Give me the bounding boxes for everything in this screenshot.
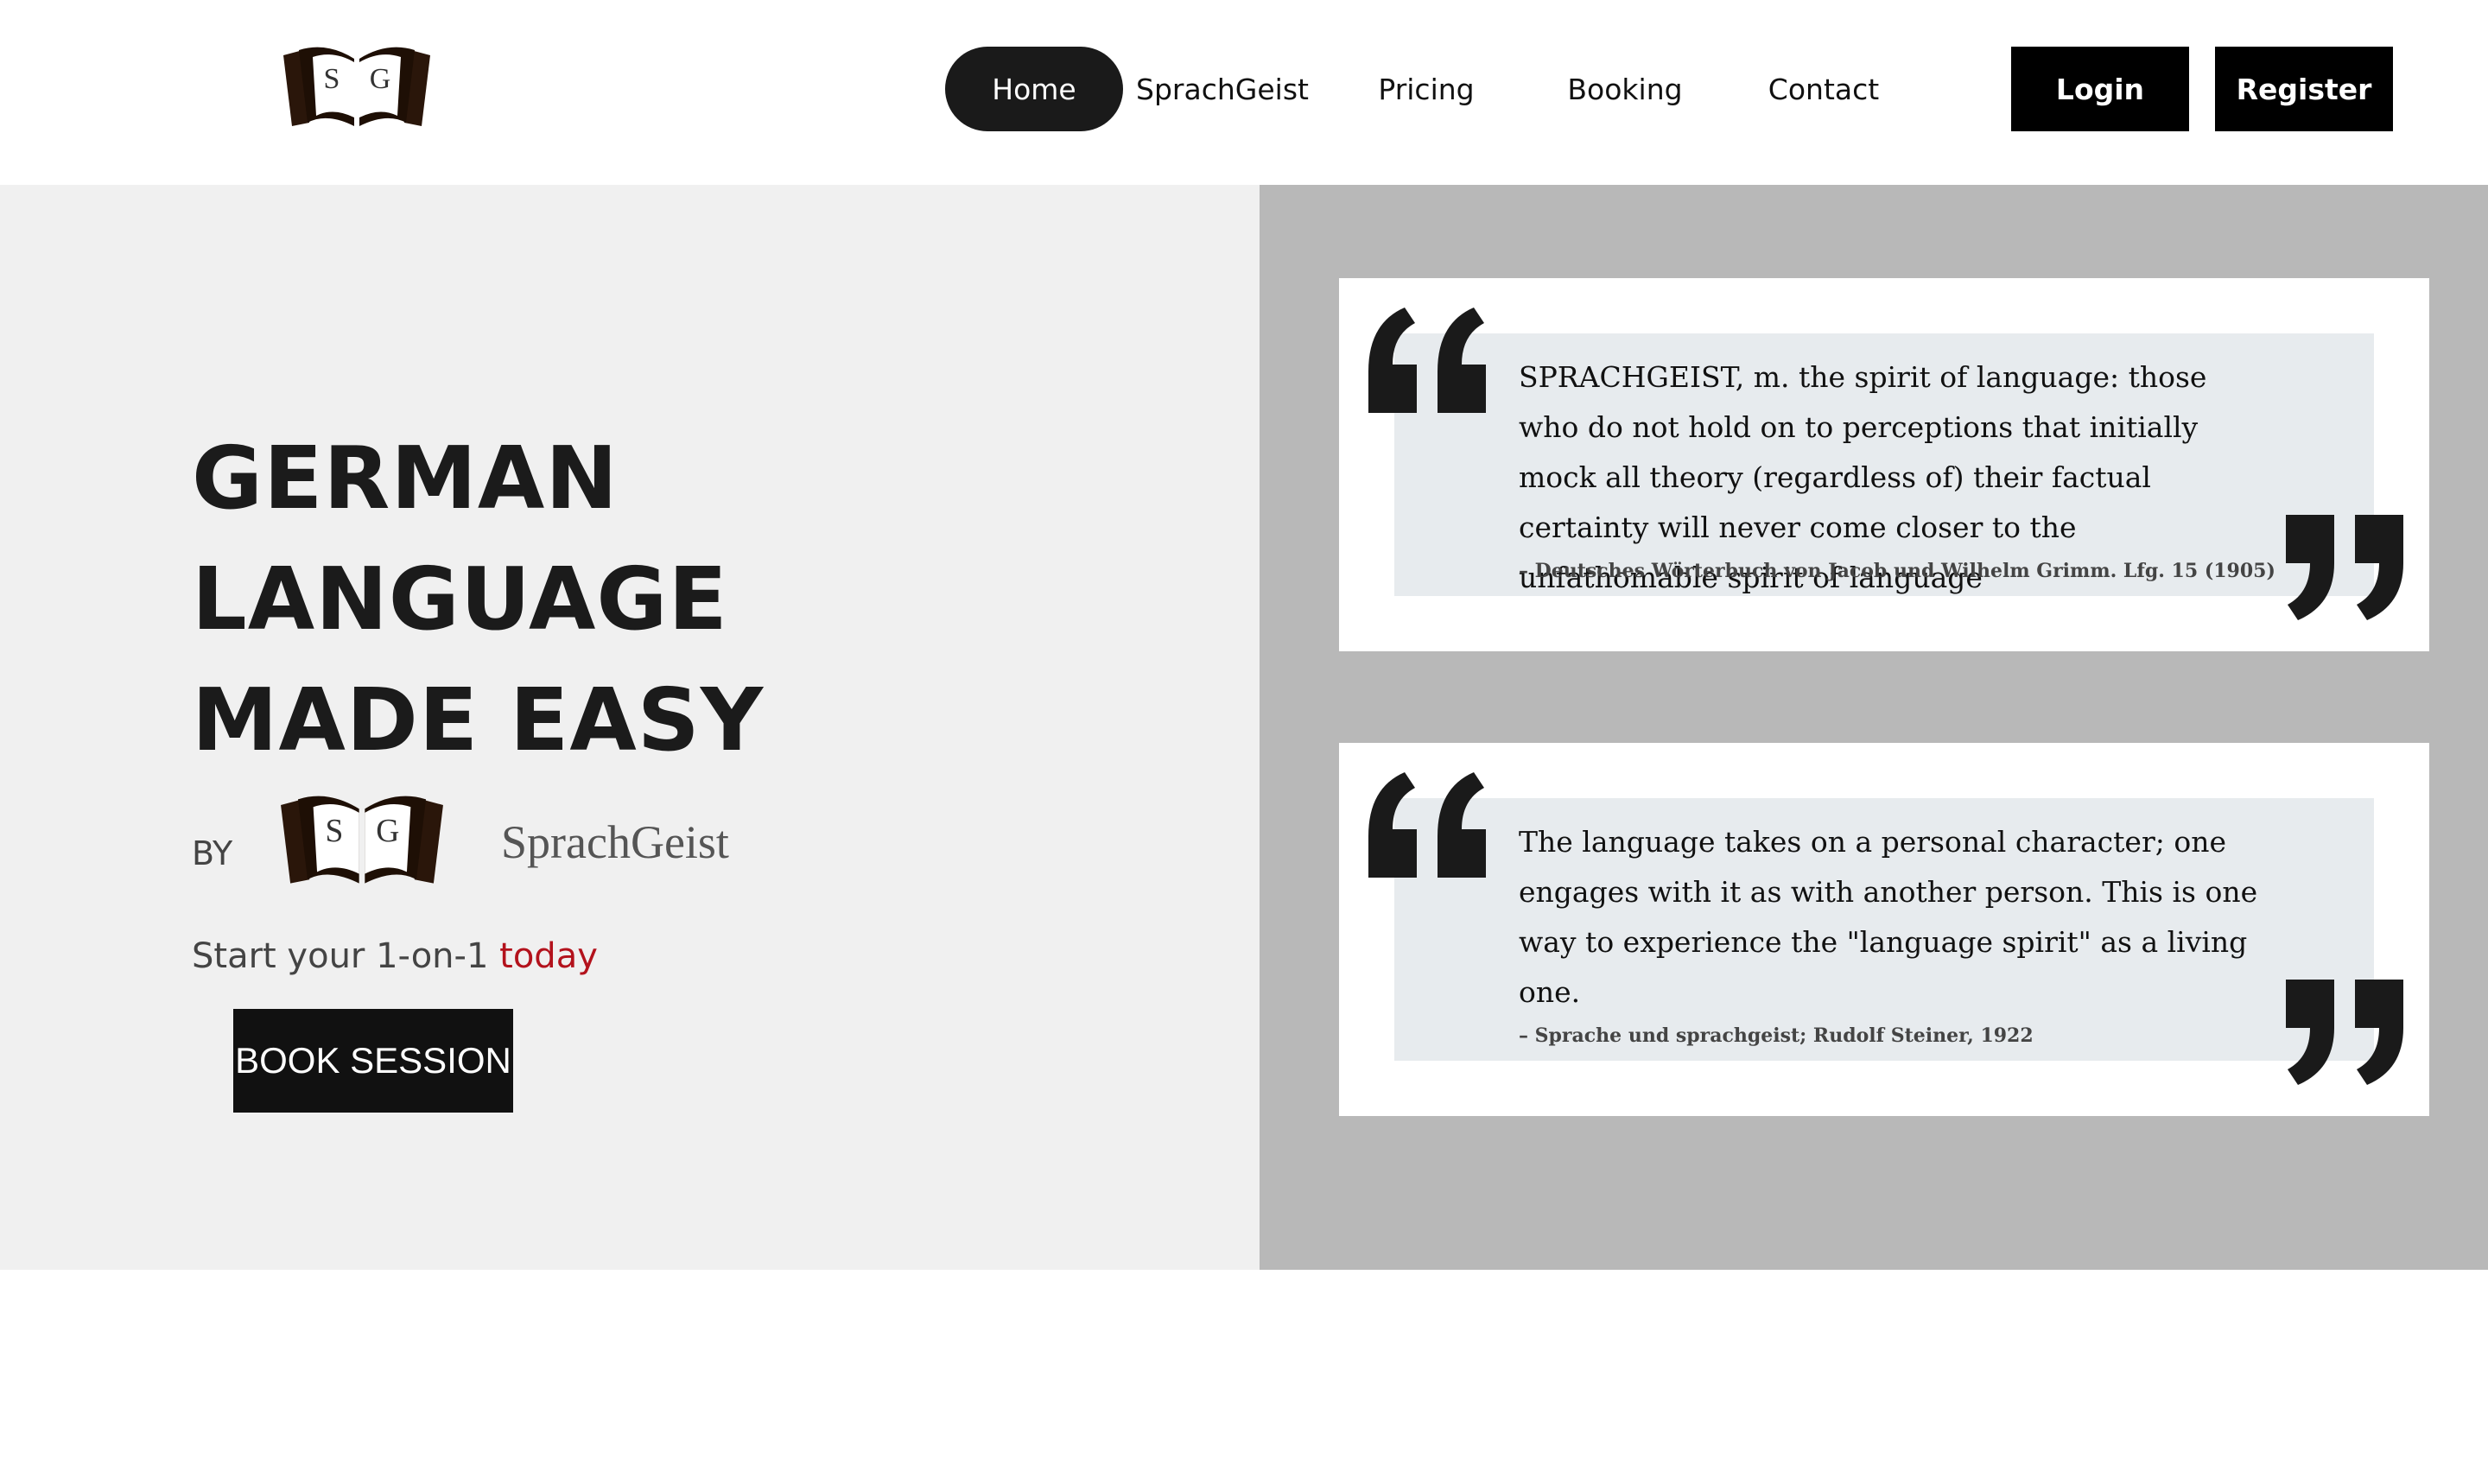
hero-title: GERMAN LANGUAGE MADE EASY (192, 418, 764, 781)
book-session-button[interactable]: BOOK SESSION (233, 1009, 513, 1113)
logo-letter-s: S (324, 63, 340, 95)
logo-letter-g: G (370, 63, 391, 95)
hero-title-line: LANGUAGE (192, 549, 728, 650)
quote-card: SPRACHGEIST, m. the spirit of language: … (1339, 278, 2429, 651)
quotes-panel: SPRACHGEIST, m. the spirit of language: … (1260, 185, 2488, 1270)
tagline-accent: today (499, 936, 598, 976)
open-book-logo-icon: S G (281, 796, 443, 884)
close-quote-icon (2286, 980, 2403, 1085)
site-header: S G Home SprachGeist Pricing Booking Con… (0, 0, 2488, 185)
quote-source: – Deutsches Wörterbuch von Jacob und Wil… (1519, 560, 2275, 582)
register-button[interactable]: Register (2215, 47, 2393, 131)
nav-pricing[interactable]: Pricing (1336, 47, 1517, 131)
hero-section: GERMAN LANGUAGE MADE EASY BY S G SprachG… (0, 185, 1260, 1270)
quote-source: – Sprache und sprachgeist; Rudolf Steine… (1519, 1024, 2034, 1047)
close-quote-icon (2286, 515, 2403, 620)
tagline: Start your 1-on-1 today (192, 936, 598, 976)
by-label: BY (192, 834, 233, 872)
hero-title-line: GERMAN (192, 428, 619, 529)
quote-card: The language takes on a personal charact… (1339, 743, 2429, 1116)
quote-text: The language takes on a personal charact… (1519, 825, 2258, 1009)
hero-title-line: MADE EASY (192, 669, 765, 771)
brand-name: SprachGeist (501, 816, 729, 868)
nav-home[interactable]: Home (945, 47, 1123, 131)
nav-booking[interactable]: Booking (1534, 47, 1716, 131)
login-button[interactable]: Login (2011, 47, 2189, 131)
nav-sprachgeist[interactable]: SprachGeist (1123, 47, 1322, 131)
tagline-text: Start your 1-on-1 (192, 936, 489, 976)
logo-letter-g: G (376, 814, 399, 849)
main-nav: Home SprachGeist Pricing Booking Contact (945, 47, 1914, 131)
nav-contact[interactable]: Contact (1733, 47, 1914, 131)
by-brand-row: BY S G SprachGeist (192, 790, 797, 902)
logo-letter-s: S (326, 814, 344, 849)
open-quote-icon (1368, 772, 1486, 878)
open-book-logo-icon[interactable]: S G (275, 43, 439, 133)
open-quote-icon (1368, 308, 1486, 413)
